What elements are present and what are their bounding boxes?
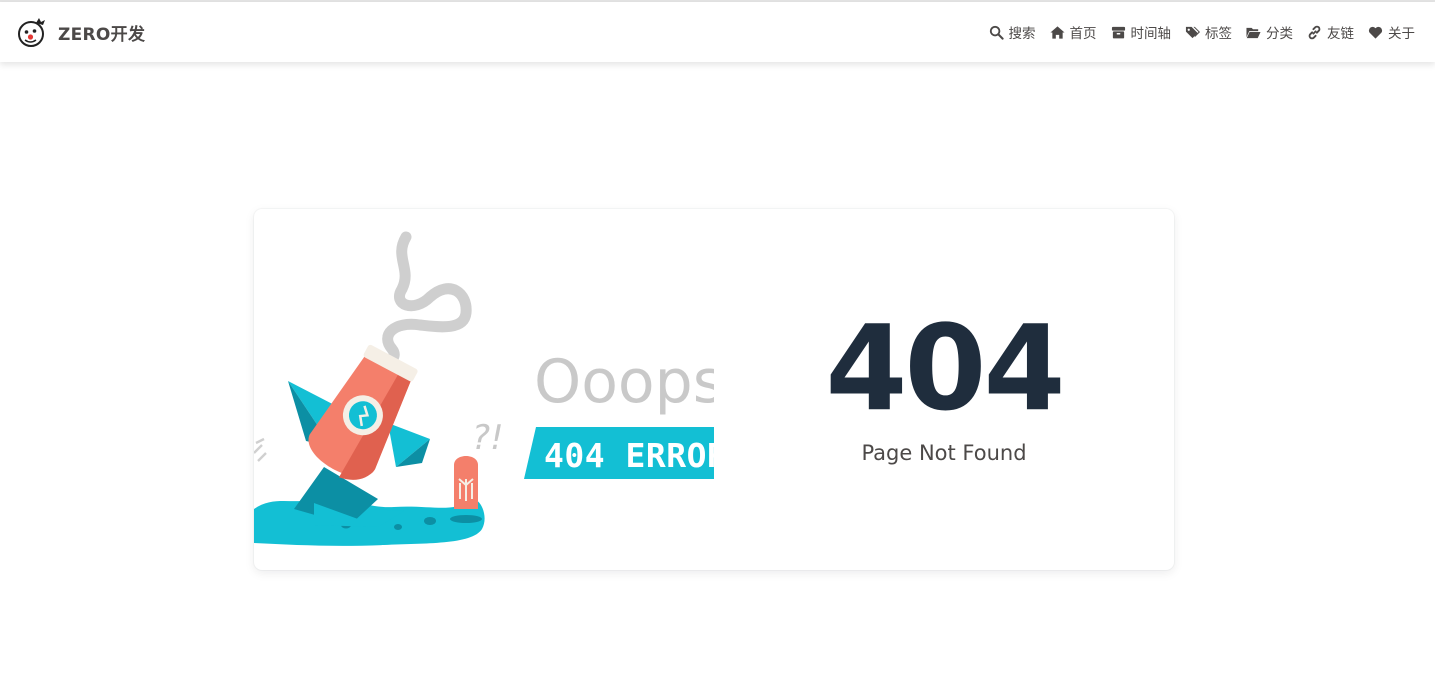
menu-label: 友链 [1327,26,1354,42]
question-mark-text: ?! [472,418,504,458]
error-illustration: ?! Ooops 404 ERROR [254,231,714,546]
site-brand[interactable]: ZERO开发 [16,16,145,48]
site-logo-icon [18,18,45,47]
menu-item-tags[interactable]: 标签 [1185,22,1232,42]
menu-item-archives[interactable]: 时间轴 [1111,22,1172,42]
menu-item-categories[interactable]: 分类 [1246,22,1293,42]
menu-item-links[interactable]: 友链 [1307,22,1354,42]
error-message: Page Not Found [861,440,1027,465]
menu-label: 关于 [1388,26,1415,42]
menu-label: 分类 [1266,26,1293,42]
home-icon [1049,25,1065,39]
main-menu: 搜索 首页 时间轴 标签 分类 友链 关于 [989,22,1415,42]
folder-open-icon [1246,27,1261,38]
menu-label: 标签 [1205,26,1232,42]
site-title: ZERO开发 [58,24,146,45]
heart-icon [1368,26,1383,39]
error-code: 404 [825,298,1065,437]
search-icon [989,25,1004,40]
menu-label: 时间轴 [1130,26,1172,42]
error-card: ?! Ooops 404 ERROR 404 Page Not Found [254,209,1174,570]
link-icon [1308,25,1321,39]
menu-label: 首页 [1069,26,1097,42]
menu-item-home[interactable]: 首页 [1049,22,1097,42]
menu-item-search[interactable]: 搜索 [989,22,1036,42]
error-banner-text: 404 ERROR [544,436,714,475]
archive-icon [1111,26,1125,38]
error-info: 404 Page Not Found [714,209,1174,570]
tags-icon [1185,26,1200,38]
navbar: ZERO开发 搜索 首页 时间轴 标签 分类 友链 关于 [0,2,1435,62]
menu-label: 搜索 [1008,26,1036,42]
ooops-text: Ooops [534,347,714,417]
menu-item-about[interactable]: 关于 [1368,22,1415,42]
